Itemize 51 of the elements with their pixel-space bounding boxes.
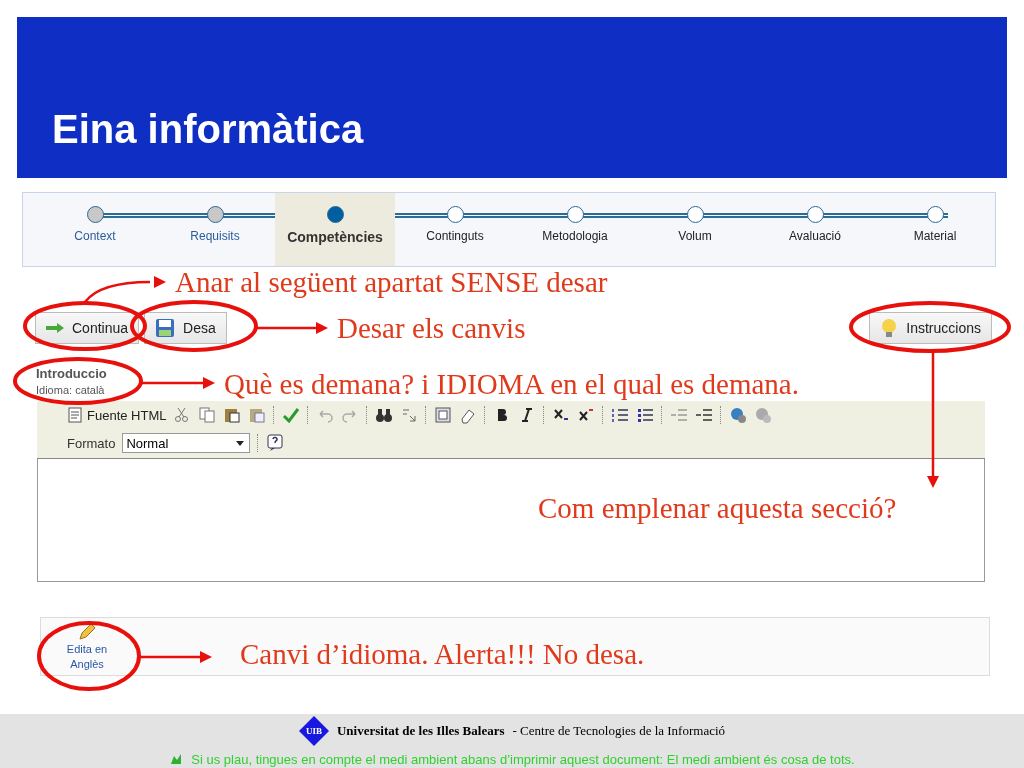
paste-word-icon[interactable] [248, 406, 267, 424]
step-label[interactable]: Volum [678, 229, 712, 243]
step-dot[interactable] [806, 206, 824, 223]
annotation-text: Desar els canvis [337, 312, 526, 345]
help-icon[interactable] [266, 434, 285, 452]
institution-name: Universitat de les Illes Balears [336, 722, 505, 739]
html-source-button[interactable]: Fuente HTML [67, 407, 167, 423]
numbered-list-icon[interactable] [611, 406, 630, 424]
bullet-list-icon[interactable] [636, 406, 655, 424]
spellcheck-icon[interactable] [282, 406, 301, 424]
step-label[interactable]: Avaluació [789, 229, 841, 243]
slide-title: Eina informàtica [52, 107, 364, 152]
step-dot[interactable] [206, 206, 224, 223]
continue-button[interactable]: Continua [35, 312, 140, 344]
lightbulb-icon [880, 318, 899, 338]
document-icon [67, 407, 83, 423]
binoculars-icon[interactable] [375, 406, 394, 424]
dropdown-caret-icon [236, 440, 245, 446]
format-dropdown[interactable]: Normal [122, 433, 251, 453]
format-label: Formato [67, 435, 116, 451]
step-dot[interactable] [566, 206, 584, 223]
pointer-arrow [256, 322, 328, 334]
step-label[interactable]: Competències [287, 229, 383, 245]
step-dot[interactable] [446, 206, 464, 223]
environment-notice: Si us plau, tingues en compte el medi ambient abans d’imprimir aquest document: El medi ambient és cosa de tots. [191, 751, 855, 767]
annotation-text: Què es demana? i IDIOMA en el qual es demana. [224, 368, 799, 401]
save-button[interactable]: Desa [144, 312, 227, 344]
step-label[interactable]: Material [913, 229, 957, 243]
annotation-text: Com emplenar aquesta secció? [538, 492, 897, 525]
university-logo: UIB [298, 715, 329, 746]
text-editor-area[interactable] [37, 459, 985, 582]
paste-icon[interactable] [223, 406, 242, 424]
edit-language-link[interactable]: Edita en Anglès [55, 621, 119, 672]
step-label[interactable]: Continguts [426, 229, 484, 243]
centre-name: - Centre de Tecnologies de la Informació [512, 722, 726, 739]
annotation-text: Anar al següent apartat SENSE desar [175, 266, 608, 299]
step-label[interactable]: Metodologia [542, 229, 608, 243]
language-label: Idioma: català [36, 384, 105, 396]
arrow-right-icon [46, 323, 64, 333]
step-dot[interactable] [326, 206, 344, 223]
step-dot[interactable] [686, 206, 704, 223]
copy-icon[interactable] [198, 406, 217, 424]
section-title: Introduccio [36, 366, 107, 381]
select-all-icon[interactable] [434, 406, 453, 424]
step-dot[interactable] [86, 206, 104, 223]
annotation-text: Canvi d’idioma. Alerta!!! No desa. [240, 638, 645, 671]
step-label[interactable]: Requisits [190, 229, 240, 243]
indent-icon[interactable] [695, 406, 714, 424]
step-dot[interactable] [926, 206, 944, 223]
step-label[interactable]: Context [74, 229, 116, 243]
instructions-button[interactable]: Instruccions [869, 312, 992, 344]
